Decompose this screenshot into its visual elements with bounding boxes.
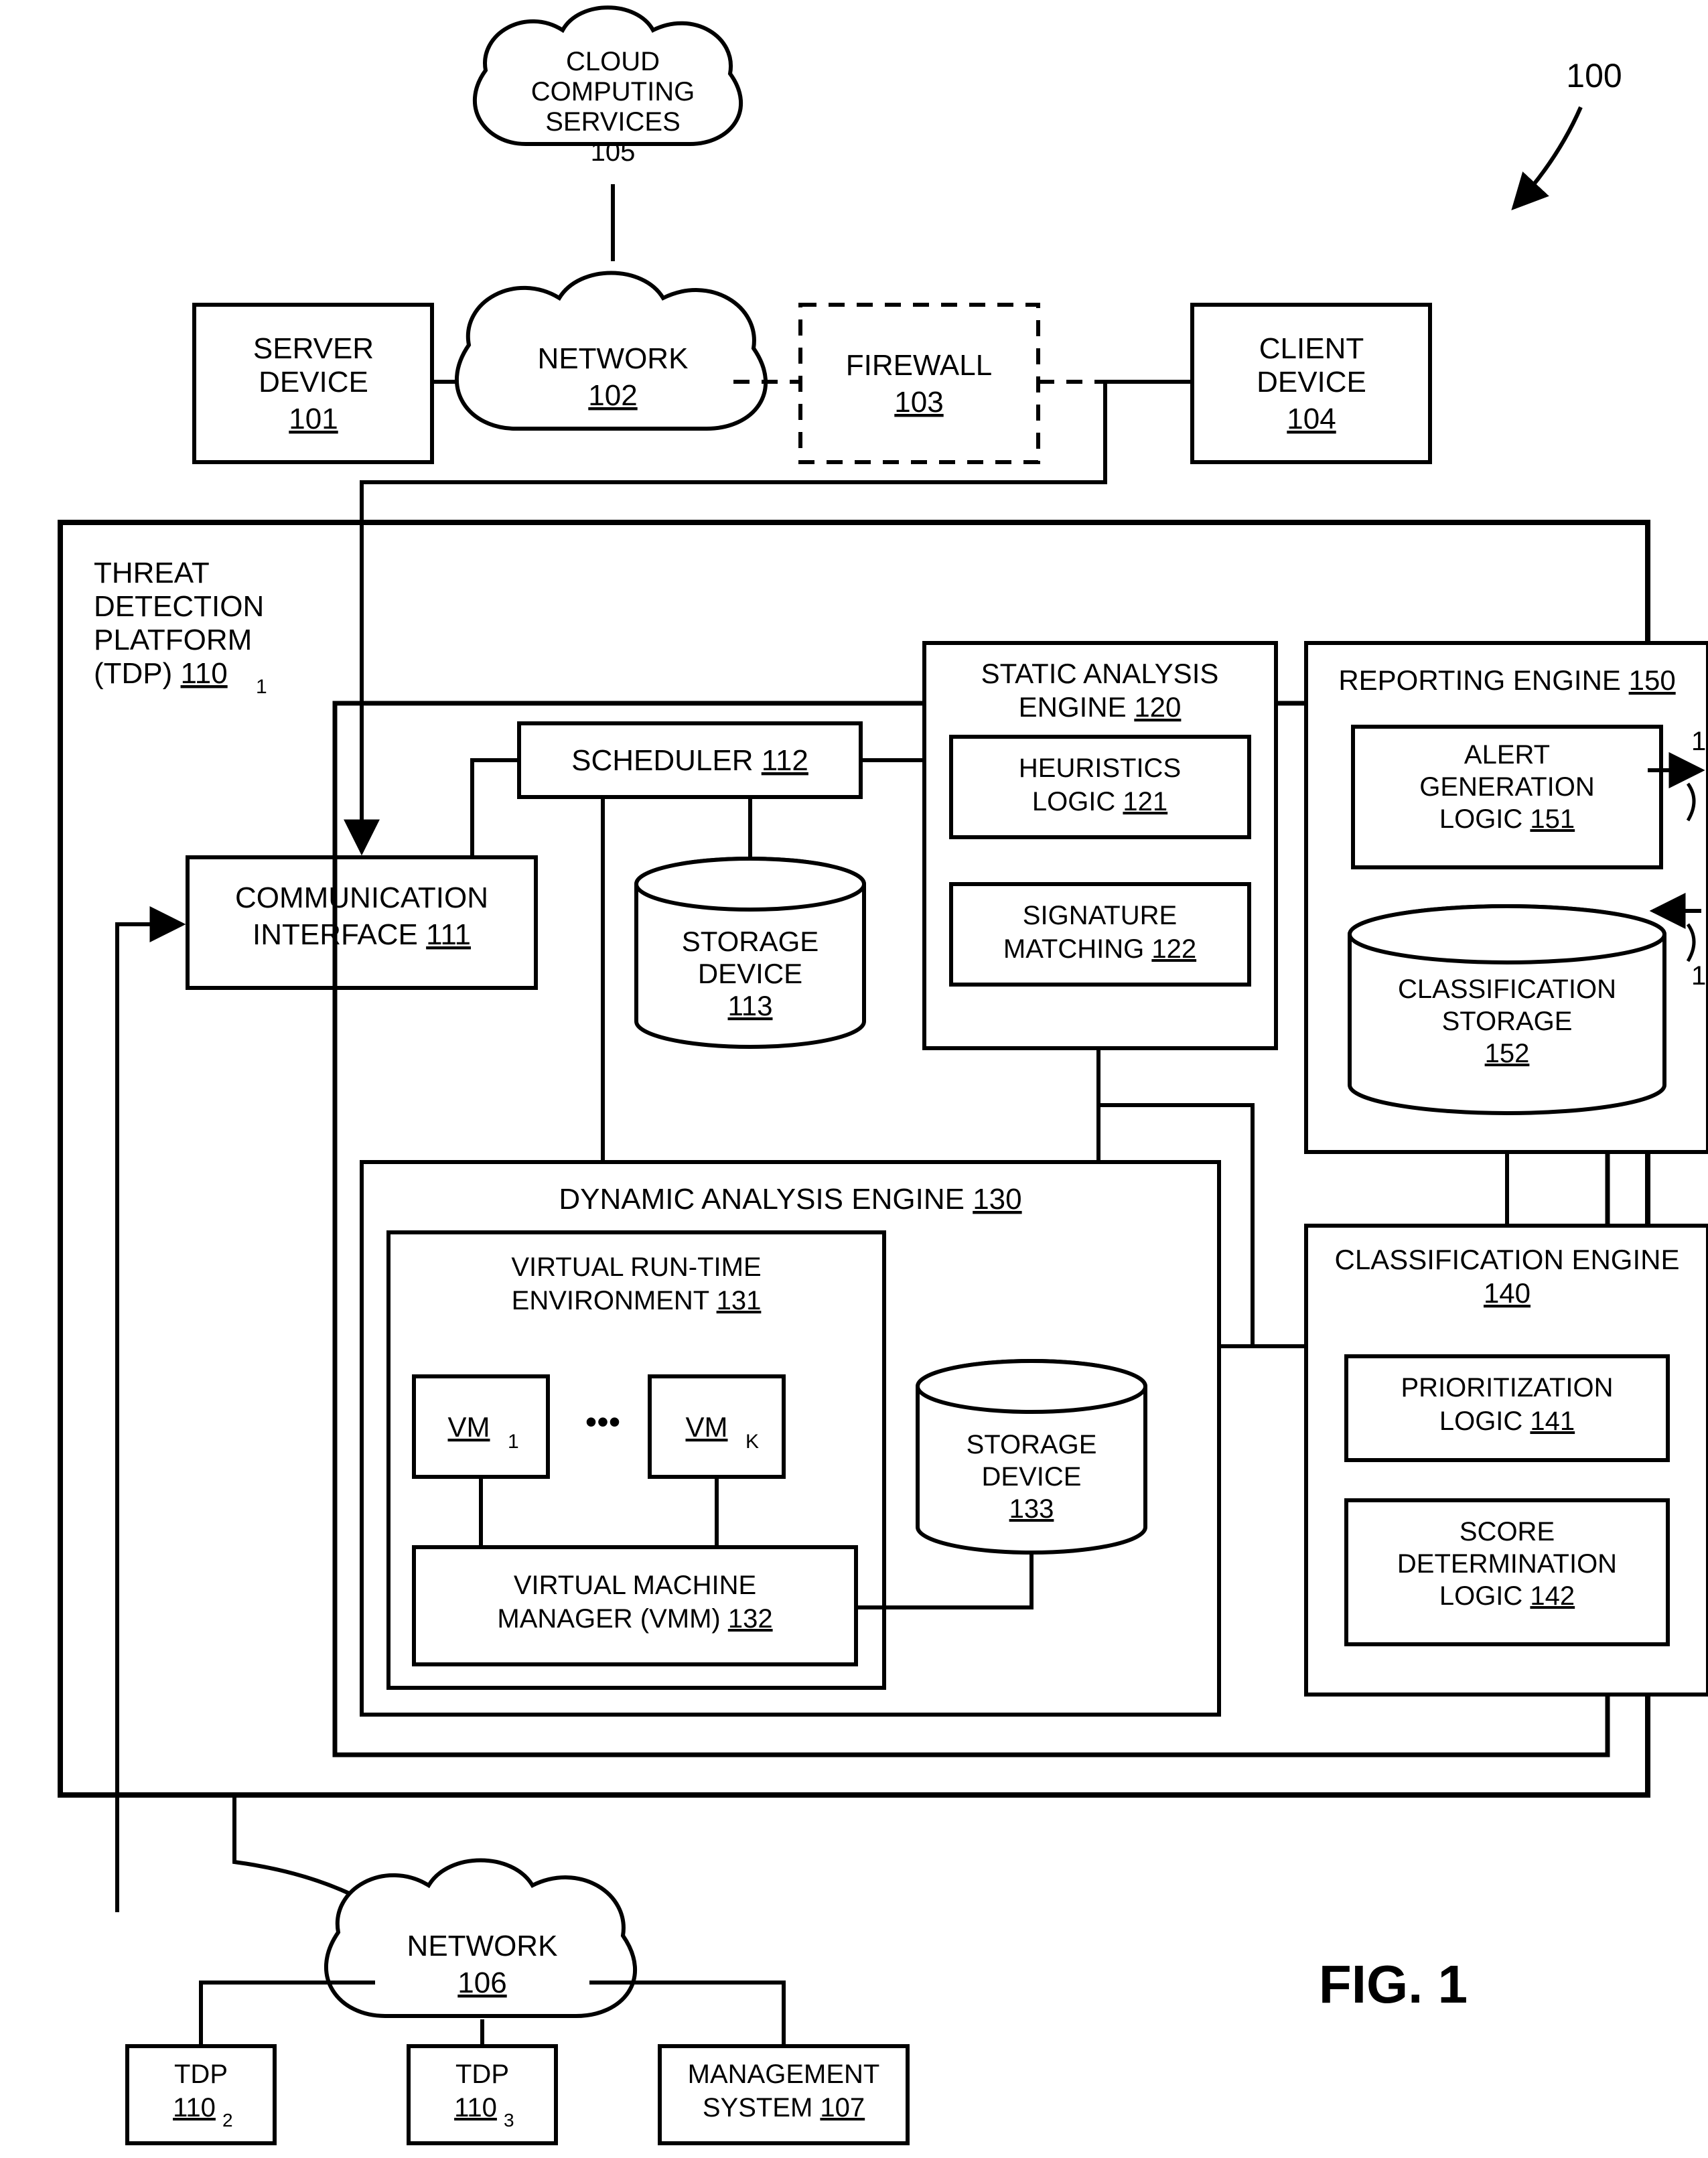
svg-text:STORAGE: STORAGE	[682, 926, 819, 957]
figure-label: FIG. 1	[1319, 1954, 1468, 2014]
svg-text:MANAGEMENT: MANAGEMENT	[688, 2060, 880, 2089]
figure-ref-100: 100	[1566, 57, 1622, 94]
svg-text:110: 110	[454, 2093, 497, 2123]
scheduler: SCHEDULER 112	[519, 723, 861, 797]
client-device-line2: DEVICE	[1257, 366, 1366, 399]
cloud-services-line2: COMPUTING	[531, 77, 695, 106]
svg-text:CLASSIFICATION: CLASSIFICATION	[1398, 975, 1616, 1004]
svg-text:MANAGER (VMM) 132: MANAGER (VMM) 132	[497, 1604, 772, 1634]
svg-text:REPORTING ENGINE 150: REPORTING ENGINE 150	[1338, 664, 1675, 696]
svg-text:LOGIC 142: LOGIC 142	[1439, 1581, 1575, 1611]
tdp-3: TDP 110 3	[409, 2046, 556, 2143]
svg-text:VIRTUAL MACHINE: VIRTUAL MACHINE	[514, 1571, 756, 1600]
server-device-ref: 101	[289, 403, 338, 435]
svg-text:113: 113	[728, 990, 773, 1021]
svg-text:STORAGE: STORAGE	[967, 1430, 1097, 1459]
classification-storage: CLASSIFICATION STORAGE 152	[1350, 906, 1664, 1113]
cloud-services-ref: 105	[591, 137, 636, 167]
svg-text:HEURISTICS: HEURISTICS	[1019, 753, 1181, 783]
svg-text:(TDP) 110: (TDP) 110	[94, 657, 228, 690]
svg-text:DEVICE: DEVICE	[698, 958, 802, 989]
svg-text:PLATFORM: PLATFORM	[94, 624, 252, 656]
svg-text:152: 152	[1485, 1039, 1530, 1068]
svg-text:PRIORITIZATION: PRIORITIZATION	[1401, 1373, 1613, 1402]
server-device-line1: SERVER	[253, 332, 374, 365]
client-device-ref: 104	[1287, 403, 1336, 435]
svg-text:VIRTUAL RUN-TIME: VIRTUAL RUN-TIME	[511, 1252, 761, 1282]
svg-text:1: 1	[256, 676, 267, 698]
svg-text:TDP: TDP	[455, 2060, 509, 2089]
svg-text:1: 1	[508, 1431, 519, 1453]
dynamic-analysis-engine: DYNAMIC ANALYSIS ENGINE 130 VIRTUAL RUN-…	[362, 1162, 1219, 1715]
svg-text:COMMUNICATION: COMMUNICATION	[235, 881, 488, 914]
svg-text:K: K	[745, 1431, 759, 1453]
classification-engine: CLASSIFICATION ENGINE 140 PRIORITIZATION…	[1306, 1226, 1708, 1695]
svg-text:SCORE: SCORE	[1460, 1517, 1555, 1546]
svg-text:DETERMINATION: DETERMINATION	[1397, 1549, 1617, 1579]
svg-text:ENVIRONMENT 131: ENVIRONMENT 131	[512, 1286, 762, 1315]
svg-text:VM: VM	[448, 1411, 490, 1443]
svg-text:2: 2	[222, 2110, 233, 2131]
static-analysis-engine: STATIC ANALYSIS ENGINE 120 HEURISTICS LO…	[924, 643, 1276, 1048]
svg-text:140: 140	[1484, 1277, 1531, 1309]
firewall-label: FIREWALL	[846, 349, 992, 382]
svg-text:DEVICE: DEVICE	[982, 1462, 1082, 1492]
svg-text:STATIC ANALYSIS: STATIC ANALYSIS	[981, 658, 1219, 689]
cloud-services-line1: CLOUD	[566, 47, 660, 76]
firewall: FIREWALL 103	[800, 305, 1038, 462]
svg-text:153: 153	[1691, 727, 1708, 756]
server-device: SERVER DEVICE 101	[194, 305, 432, 462]
communication-interface: COMMUNICATION INTERFACE 111	[188, 857, 536, 988]
svg-text:3: 3	[504, 2110, 514, 2131]
firewall-ref: 103	[894, 386, 943, 419]
storage-device-133: STORAGE DEVICE 133	[918, 1361, 1145, 1553]
network-top-ref: 102	[588, 379, 637, 412]
svg-text:INTERFACE 111: INTERFACE 111	[253, 918, 471, 951]
svg-text:ENGINE 120: ENGINE 120	[1019, 691, 1182, 723]
server-device-line2: DEVICE	[259, 366, 368, 399]
svg-text:MATCHING 122: MATCHING 122	[1003, 934, 1196, 964]
tdp-2: TDP 110 2	[127, 2046, 275, 2143]
management-system: MANAGEMENT SYSTEM 107	[660, 2046, 908, 2143]
svg-text:CLASSIFICATION ENGINE: CLASSIFICATION ENGINE	[1335, 1244, 1680, 1275]
cloud-services: CLOUD COMPUTING SERVICES 105	[475, 7, 741, 167]
svg-text:133: 133	[1009, 1494, 1054, 1524]
svg-text:GENERATION: GENERATION	[1419, 772, 1595, 802]
diagram-canvas: CLOUD COMPUTING SERVICES 105 SERVER DEVI…	[0, 0, 1708, 2158]
svg-text:DYNAMIC ANALYSIS ENGINE 130: DYNAMIC ANALYSIS ENGINE 130	[559, 1183, 1021, 1216]
vm-ellipsis: •••	[585, 1403, 621, 1441]
svg-text:154: 154	[1691, 961, 1708, 991]
storage-device-113: STORAGE DEVICE 113	[636, 859, 864, 1047]
svg-text:DETECTION: DETECTION	[94, 590, 264, 623]
svg-text:SIGNATURE: SIGNATURE	[1023, 901, 1177, 930]
svg-text:SYSTEM 107: SYSTEM 107	[703, 2093, 865, 2123]
svg-text:ALERT: ALERT	[1464, 740, 1550, 770]
svg-text:STORAGE: STORAGE	[1442, 1007, 1573, 1036]
tdp-title: THREAT DETECTION PLATFORM (TDP) 110 1	[94, 557, 267, 698]
svg-text:SCHEDULER 112: SCHEDULER 112	[571, 744, 808, 777]
reporting-engine: REPORTING ENGINE 150 ALERT GENERATION LO…	[1306, 643, 1708, 1152]
svg-text:VM: VM	[686, 1411, 728, 1443]
svg-text:LOGIC 121: LOGIC 121	[1032, 787, 1167, 816]
svg-text:110: 110	[173, 2093, 216, 2123]
client-device: CLIENT DEVICE 104	[1192, 305, 1430, 462]
svg-text:TDP: TDP	[174, 2060, 228, 2089]
svg-text:LOGIC 151: LOGIC 151	[1439, 804, 1575, 834]
network-top-label: NETWORK	[538, 342, 689, 375]
svg-text:NETWORK: NETWORK	[407, 1930, 558, 1962]
client-device-line1: CLIENT	[1259, 332, 1364, 365]
svg-text:106: 106	[457, 1966, 506, 1999]
network-top-cloud: NETWORK 102	[457, 273, 766, 429]
cloud-services-line3: SERVICES	[545, 107, 681, 137]
network-bottom-cloud: NETWORK 106	[326, 1861, 635, 2017]
svg-text:LOGIC 141: LOGIC 141	[1439, 1407, 1575, 1436]
svg-text:THREAT: THREAT	[94, 557, 210, 589]
